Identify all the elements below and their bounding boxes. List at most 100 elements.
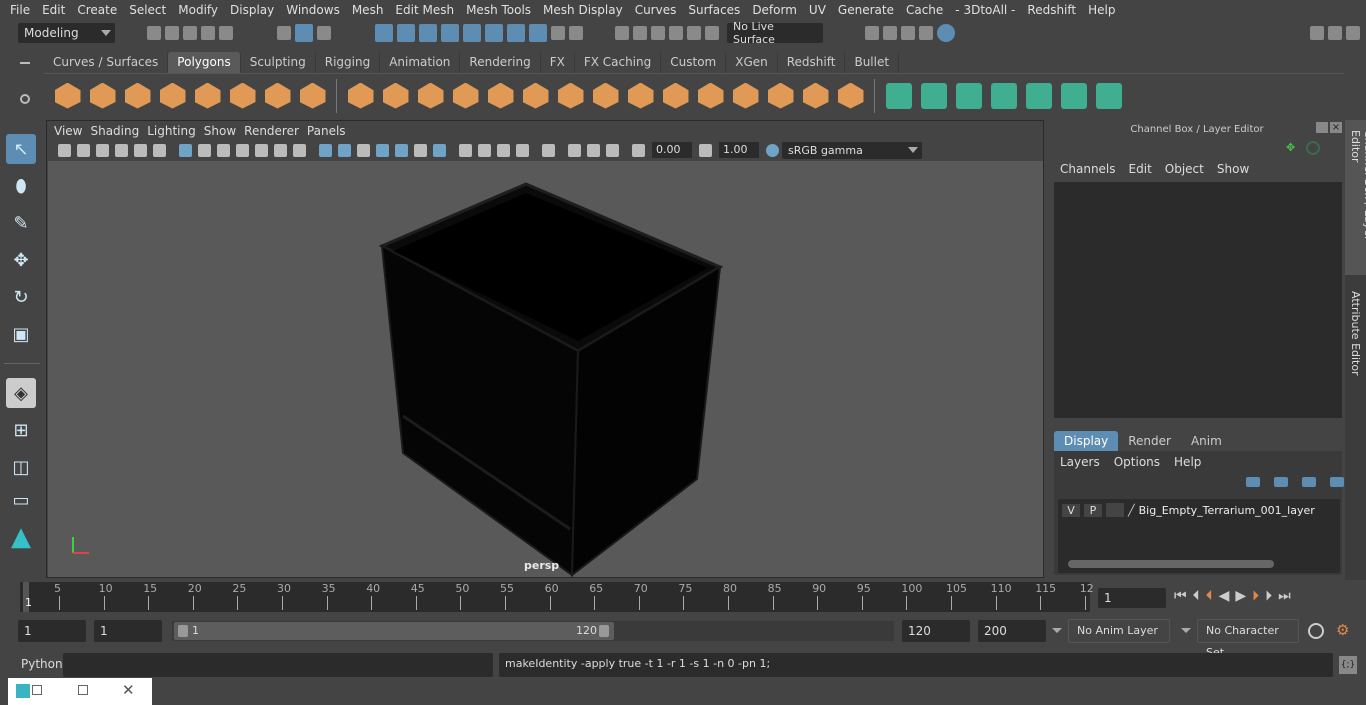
layer-tab-anim[interactable]: Anim — [1181, 431, 1232, 451]
step-forward-key-icon[interactable]: ⏵ — [1252, 588, 1259, 604]
select-hierarchy-icon[interactable] — [277, 26, 291, 40]
isolate-select-icon[interactable] — [542, 143, 555, 157]
outliner-layout-icon[interactable]: ▭ — [6, 485, 36, 515]
torus-icon[interactable] — [229, 82, 256, 109]
range-slider[interactable]: 1 120 — [174, 622, 614, 640]
tab-curves-surfaces[interactable]: Curves / Surfaces — [44, 52, 169, 73]
menu-generate[interactable]: Generate — [838, 3, 894, 17]
new-layer-selected-icon[interactable] — [1330, 477, 1344, 487]
two-view-layout-icon[interactable]: ◫ — [6, 452, 36, 482]
playback-end-field[interactable]: 120 — [902, 620, 970, 642]
anti-aliasing-icon[interactable] — [497, 143, 510, 157]
smooth-shade-icon[interactable] — [338, 143, 351, 157]
time-slider[interactable]: 1 5 10 15 20 25 30 35 40 45 50 55 60 65 70 75 80 85 90 95 1… — [20, 582, 1094, 612]
channel-menu-show[interactable]: Show — [1217, 162, 1249, 176]
menu-uv[interactable]: UV — [809, 3, 826, 17]
color-management-toggle-icon[interactable] — [766, 143, 779, 157]
layer-visibility-toggle[interactable]: V — [1062, 503, 1080, 517]
shelf-menu-icon[interactable] — [20, 62, 30, 64]
select-component-icon[interactable] — [317, 26, 331, 40]
layer-row[interactable]: V P ╱ Big_Empty_Terrarium_001_layer — [1062, 502, 1338, 518]
viewport-menu-lighting[interactable]: Lighting — [147, 124, 196, 138]
render-view-icon[interactable] — [507, 24, 525, 42]
plane-icon[interactable] — [194, 82, 221, 109]
tab-sculpting[interactable]: Sculpting — [241, 52, 316, 73]
depth-of-field-icon[interactable] — [516, 143, 529, 157]
tab-rigging[interactable]: Rigging — [316, 52, 381, 73]
menu-mesh-display[interactable]: Mesh Display — [543, 3, 623, 17]
shadows-icon[interactable] — [433, 143, 446, 157]
maximize-icon[interactable] — [78, 685, 88, 695]
live-surface-field[interactable]: No Live Surface — [727, 20, 823, 46]
layer-scrollbar[interactable] — [1068, 560, 1274, 568]
scale-tool-icon[interactable]: ▣ — [6, 319, 36, 349]
exposure-icon[interactable] — [632, 143, 645, 157]
layer-color-icon[interactable]: ╱ — [1128, 504, 1135, 517]
channel-menu-object[interactable]: Object — [1165, 162, 1204, 176]
playback-start-field[interactable]: 1 — [94, 620, 162, 642]
cube-icon[interactable] — [89, 82, 116, 109]
tab-fx[interactable]: FX — [541, 52, 575, 73]
snap-grid-icon[interactable] — [375, 24, 393, 42]
restore-icon[interactable] — [32, 685, 42, 695]
close-icon[interactable]: × — [1330, 122, 1342, 133]
layer-name[interactable]: Big_Empty_Terrarium_001_layer — [1139, 504, 1315, 517]
hypershade-icon[interactable] — [937, 24, 955, 42]
new-empty-layer-icon[interactable] — [1302, 477, 1316, 487]
viewport-menu-renderer[interactable]: Renderer — [244, 124, 299, 138]
snap-surface-icon[interactable] — [463, 24, 481, 42]
anim-layer-field[interactable]: No Anim Layer — [1068, 619, 1170, 643]
menu-mesh-tools[interactable]: Mesh Tools — [466, 3, 531, 17]
extract-icon[interactable] — [417, 82, 444, 109]
gamma-field[interactable]: 1.00 — [719, 142, 759, 158]
lock-icon[interactable] — [551, 26, 565, 40]
close-window-icon[interactable]: ✕ — [122, 681, 135, 699]
cone-icon[interactable] — [159, 82, 186, 109]
menu-edit-mesh[interactable]: Edit Mesh — [395, 3, 454, 17]
magnet-icon[interactable] — [615, 26, 629, 40]
tab-polygons[interactable]: Polygons — [168, 52, 241, 73]
viewport-menu-view[interactable]: View — [54, 124, 82, 138]
workspace-icon[interactable] — [1310, 26, 1324, 40]
move-layer-up-icon[interactable] — [1246, 477, 1260, 487]
command-input[interactable] — [63, 653, 493, 677]
toggle-panel-icon[interactable] — [1328, 26, 1342, 40]
merge-icon[interactable] — [837, 82, 864, 109]
mirror-icon[interactable] — [487, 82, 514, 109]
exposure-field[interactable]: 0.00 — [652, 142, 692, 158]
multi-cut-icon[interactable] — [557, 82, 584, 109]
select-tool-icon[interactable]: ↖ — [6, 134, 36, 164]
tab-rendering[interactable]: Rendering — [460, 52, 541, 73]
menu-curves[interactable]: Curves — [635, 3, 677, 17]
uv-spherical-icon[interactable] — [955, 82, 982, 109]
layer-menu-options[interactable]: Options — [1114, 455, 1160, 469]
animation-preferences-icon[interactable]: ⚙ — [1336, 621, 1349, 639]
symmetry-icon[interactable] — [687, 26, 701, 40]
lasso-icon[interactable] — [633, 26, 647, 40]
smooth-icon[interactable] — [452, 82, 479, 109]
cylinder-icon[interactable] — [124, 82, 151, 109]
menu-mesh[interactable]: Mesh — [352, 3, 384, 17]
render-settings-icon[interactable] — [919, 26, 933, 40]
bridge-icon[interactable] — [592, 82, 619, 109]
menu-create[interactable]: Create — [77, 3, 117, 17]
lighting-icon[interactable] — [414, 143, 427, 157]
grease-pencil-icon[interactable] — [153, 143, 166, 157]
step-forward-frame-icon[interactable]: ⏵ — [1265, 588, 1272, 604]
move-layer-down-icon[interactable] — [1274, 477, 1288, 487]
snap-curve-icon[interactable] — [397, 24, 415, 42]
undo-icon[interactable] — [201, 26, 215, 40]
range-end-handle[interactable] — [599, 625, 609, 637]
go-to-end-icon[interactable]: ⏭ — [1278, 588, 1291, 604]
menu-help[interactable]: Help — [1088, 3, 1115, 17]
save-scene-icon[interactable] — [183, 26, 197, 40]
color-space-dropdown[interactable]: sRGB gamma — [782, 141, 922, 159]
script-editor-icon[interactable]: {;} — [1339, 656, 1357, 674]
character-set-field[interactable]: No Character Set — [1197, 619, 1299, 659]
play-backwards-icon[interactable]: ◀ — [1219, 588, 1230, 604]
gear-icon[interactable] — [20, 94, 30, 104]
viewport-menu-show[interactable]: Show — [204, 124, 236, 138]
boolean-icon[interactable] — [522, 82, 549, 109]
help-icon[interactable] — [529, 24, 547, 42]
uv-planar-icon[interactable] — [885, 82, 912, 109]
